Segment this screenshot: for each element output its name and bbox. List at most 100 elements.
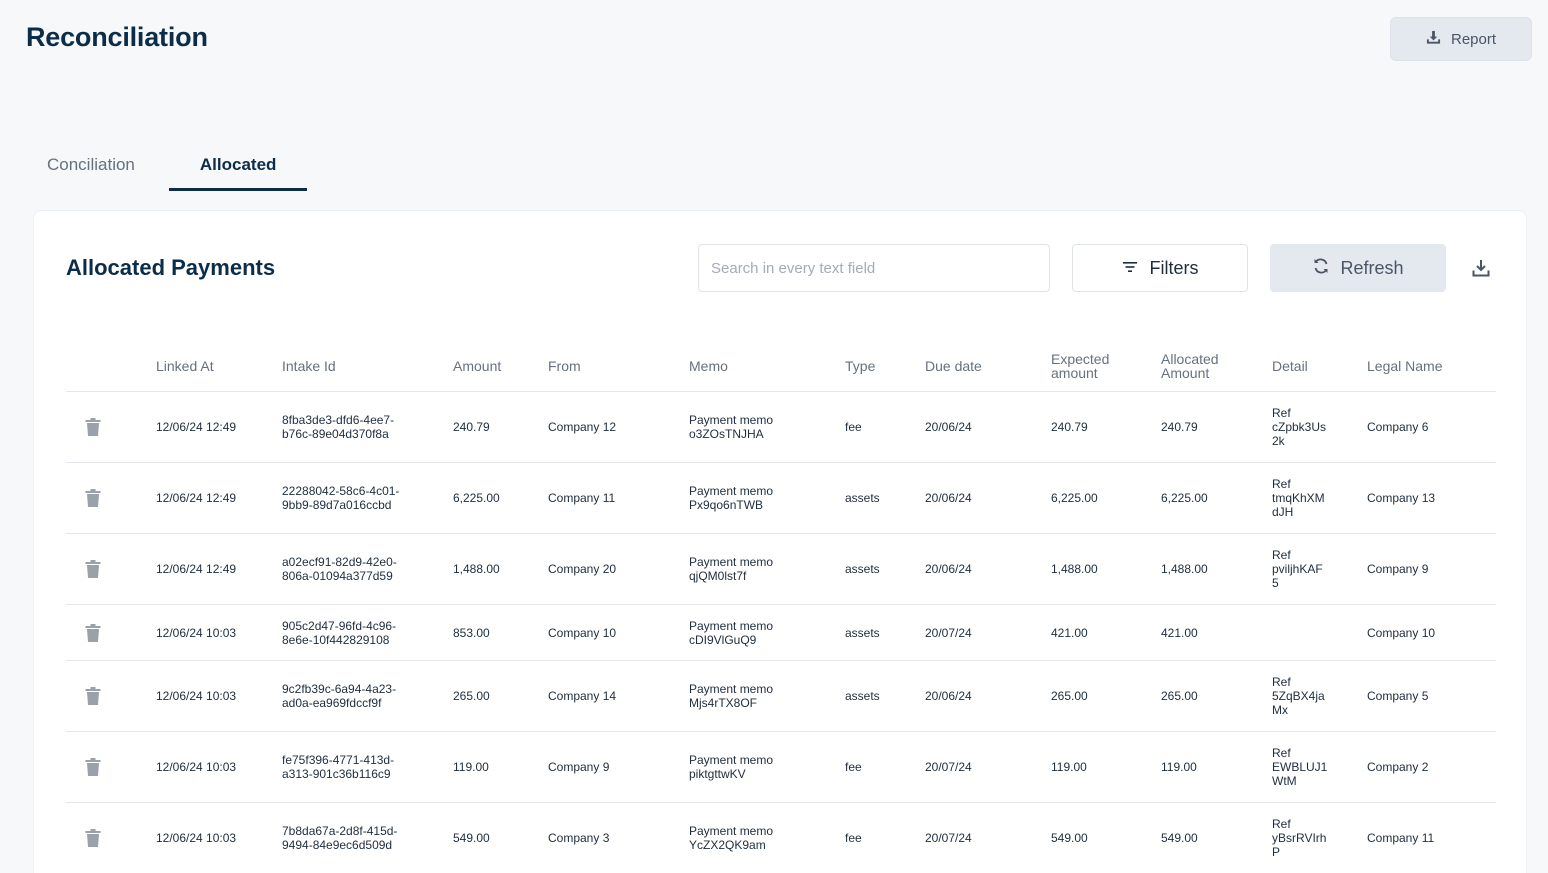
column-header-allocated-line2: Amount [1161, 364, 1210, 381]
cell-detail: Ref 5ZqBX4ja Mx [1272, 661, 1338, 731]
cell-detail-line3: WtM [1272, 774, 1297, 788]
table-row: 12/06/24 10:03 905c2d47-96fd-4c96- 8e6e-10… [66, 605, 1496, 661]
trash-icon[interactable] [84, 757, 102, 777]
cell-allocated-amount: 119.00 [1161, 760, 1197, 774]
cell-detail-line1: Ref [1272, 406, 1291, 420]
cell-memo-line1: Payment memo [689, 753, 774, 767]
cell-intake-id-line1: 905c2d47-96fd-4c96- [282, 618, 397, 633]
cell-detail-line2: tmqKhXM [1272, 491, 1325, 505]
cell-intake-id-line2: ad0a-ea969fdccf9f [282, 696, 382, 710]
cell-linked-at: 12/06/24 10:03 [156, 831, 237, 845]
cell-linked-at: 12/06/24 10:03 [156, 760, 237, 774]
cell-detail: Ref yBsrRVIrh P [1272, 803, 1338, 873]
cell-detail-line2: 5ZqBX4ja [1272, 689, 1325, 703]
cell-memo-line2: qjQM0lst7f [689, 569, 747, 583]
cell-memo: Payment memo Px9qo6nTWB [689, 463, 819, 533]
column-header-type[interactable]: Type [845, 339, 915, 392]
tab-allocated[interactable]: Allocated [168, 138, 308, 191]
trash-icon[interactable] [84, 559, 102, 579]
cell-amount: 1,488.00 [453, 562, 500, 576]
cell-allocated-amount: 240.79 [1161, 420, 1198, 434]
cell-memo-line2: piktgttwKV [689, 767, 746, 781]
cell-amount: 265.00 [453, 689, 490, 703]
trash-icon[interactable] [84, 828, 102, 848]
cell-detail: Ref tmqKhXM dJH [1272, 463, 1338, 533]
cell-legal-name: Company 2 [1367, 760, 1429, 774]
report-button[interactable]: Report [1390, 17, 1532, 61]
column-header-from[interactable]: From [548, 339, 668, 392]
trash-icon[interactable] [84, 488, 102, 508]
column-header-memo[interactable]: Memo [689, 339, 819, 392]
cell-legal-name: Company 13 [1367, 491, 1436, 505]
cell-allocated-amount: 1,488.00 [1161, 562, 1208, 576]
tab-conciliation[interactable]: Conciliation [30, 138, 169, 191]
cell-legal-name: Company 9 [1367, 562, 1429, 576]
cell-detail-line1: Ref [1272, 746, 1291, 760]
cell-memo: Payment memo piktgttwKV [689, 732, 819, 802]
cell-intake-id-line1: 8fba3de3-dfd6-4ee7- [282, 413, 395, 427]
cell-type: assets [845, 625, 880, 640]
report-button-label: Report [1450, 30, 1497, 48]
search-input[interactable] [698, 244, 1050, 292]
cell-allocated-amount: 265.00 [1161, 689, 1198, 703]
column-header-expected-amount[interactable]: Expected amount [1051, 339, 1151, 392]
table-row: 12/06/24 12:49 a02ecf91-82d9-42e0- 806a-01… [66, 534, 1496, 605]
cell-intake-id-line1: 7b8da67a-2d8f-415d- [282, 824, 398, 838]
cell-detail-line1: Ref [1272, 675, 1291, 689]
cell-from: Company 20 [548, 562, 617, 576]
table-row: 12/06/24 10:03 7b8da67a-2d8f-415d- 9494-84… [66, 803, 1496, 873]
cell-intake-id-line2: b76c-89e04d370f8a [282, 427, 389, 441]
cell-expected-amount: 119.00 [1051, 760, 1087, 774]
download-icon[interactable] [1468, 255, 1494, 281]
cell-amount: 853.00 [453, 625, 490, 640]
cell-from: Company 9 [548, 760, 610, 774]
cell-intake-id-line2: 9bb9-89d7a016ccbd [282, 498, 392, 512]
cell-intake-id-line1: 22288042-58c6-4c01- [282, 484, 400, 498]
column-header-legal-name[interactable]: Legal Name [1367, 339, 1487, 392]
column-header-intake-id[interactable]: Intake Id [282, 339, 422, 392]
cell-due-date: 20/07/24 [925, 831, 972, 845]
cell-intake-id-line2: a313-901c36b116c9 [282, 767, 391, 781]
cell-type: fee [845, 420, 862, 434]
table-body: 12/06/24 12:49 8fba3de3-dfd6-4ee7- b76c-89… [66, 392, 1496, 873]
cell-amount: 240.79 [453, 420, 490, 434]
cell-memo-line2: cDI9VlGuQ9 [689, 632, 757, 647]
cell-type: assets [845, 491, 880, 505]
column-header-linked-at[interactable]: Linked At [156, 339, 276, 392]
refresh-button-label: Refresh [1340, 257, 1404, 278]
filters-button[interactable]: Filters [1072, 244, 1248, 292]
trash-icon[interactable] [84, 686, 102, 706]
trash-icon[interactable] [84, 623, 102, 643]
cell-intake-id-line1: fe75f396-4771-413d- [282, 753, 395, 767]
trash-icon[interactable] [84, 417, 102, 437]
cell-from: Company 11 [548, 491, 616, 505]
cell-amount: 6,225.00 [453, 491, 500, 505]
column-header-due-date[interactable]: Due date [925, 339, 1035, 392]
cell-type: fee [845, 831, 862, 845]
cell-memo: Payment memo cDI9VlGuQ9 [689, 605, 819, 660]
cell-intake-id-line2: 806a-01094a377d59 [282, 569, 393, 583]
cell-from: Company 14 [548, 689, 617, 703]
column-header-amount[interactable]: Amount [453, 339, 533, 392]
cell-intake-id-line1: 9c2fb39c-6a94-4a23- [282, 682, 397, 696]
column-header-expected-line2: amount [1051, 364, 1098, 381]
refresh-button[interactable]: Refresh [1270, 244, 1446, 292]
table-row: 12/06/24 10:03 9c2fb39c-6a94-4a23- ad0a-ea… [66, 661, 1496, 732]
cell-detail-line1: Ref [1272, 548, 1291, 562]
filter-lines-icon [1122, 258, 1138, 279]
column-header-detail[interactable]: Detail [1272, 339, 1338, 392]
cell-intake-id: fe75f396-4771-413d-a313-901c36b116c9 [282, 732, 422, 802]
cell-legal-name: Company 11 [1367, 831, 1435, 845]
refresh-icon [1312, 257, 1330, 280]
cell-detail-line3: Mx [1272, 703, 1288, 717]
column-header-allocated-amount[interactable]: Allocated Amount [1161, 339, 1261, 392]
payments-table: Linked At Intake Id Amount From Memo Typ… [66, 339, 1496, 873]
cell-detail-line1: Ref [1272, 817, 1291, 831]
filters-button-label: Filters [1149, 257, 1199, 278]
allocated-payments-card: Allocated Payments Filters Refresh Linke… [33, 210, 1527, 873]
table-row: 12/06/24 12:49 22288042-58c6-4c01- 9bb9-89… [66, 463, 1496, 534]
page-title: Reconciliation [26, 22, 208, 52]
cell-memo: Payment memo qjQM0lst7f [689, 534, 819, 604]
cell-detail-line2: cZpbk3Us [1272, 420, 1327, 434]
table-row: 12/06/24 12:49 8fba3de3-dfd6-4ee7- b76c-89… [66, 392, 1496, 463]
